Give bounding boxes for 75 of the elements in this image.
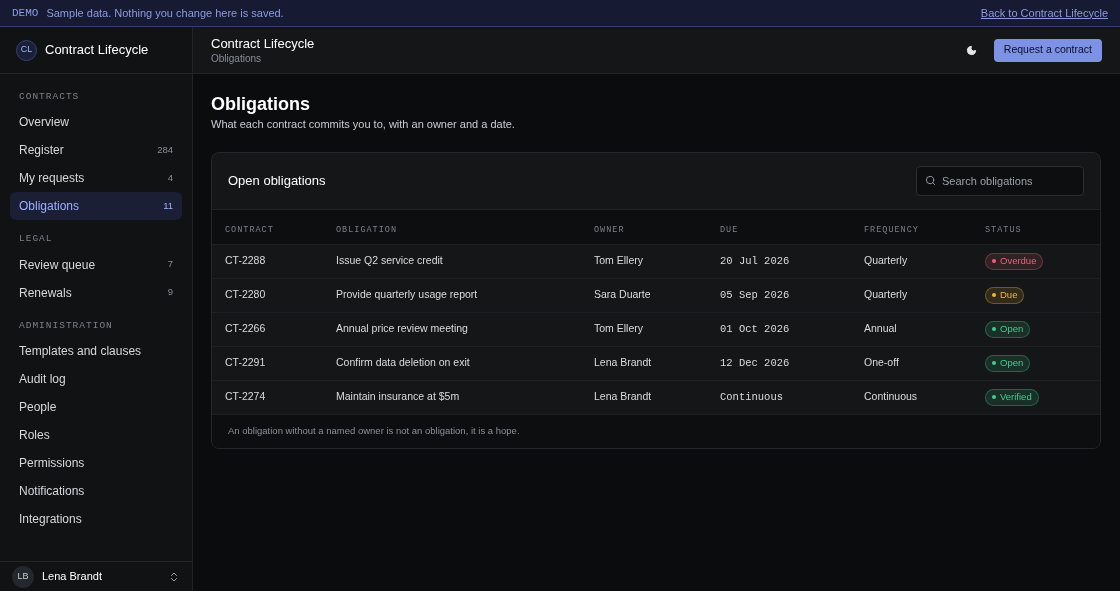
user-avatar: LB [12,565,34,588]
table-cell: Confirm data deletion on exit [336,356,470,369]
nav-count: 4 [167,171,173,186]
table-cell: Continuous [720,390,783,403]
table-cell: CT-2266 [225,322,266,335]
nav-count: 284 [157,143,173,158]
table-cell: Provide quarterly usage report [336,288,478,301]
table-cell: Continuous [864,390,918,403]
column-header: DUE [720,224,739,235]
table-cell: CT-2288 [225,254,266,267]
table-cell: Maintain insurance at $5m [336,390,460,403]
app-logo: CL [16,39,37,61]
nav-item[interactable]: Obligations 11 [10,192,182,221]
nav-count: 7 [167,257,173,272]
column-header: OBLIGATION [336,224,397,235]
table-cell: 01 Oct 2026 [720,322,790,335]
table-cell: One-off [864,356,899,369]
page-title: Obligations [211,93,311,116]
status-badge: Open [985,320,1031,338]
nav-item[interactable]: Audit log [10,364,182,393]
app-name: Contract Lifecycle [45,41,149,60]
table-cell: Quarterly [864,288,908,301]
header-title: Contract Lifecycle [211,34,315,52]
table-cell: Sara Duarte [594,288,651,301]
user-name: Lena Brandt [42,569,102,585]
nav-section-heading: LEGAL [18,232,54,247]
back-link[interactable]: Back to Contract Lifecycle [980,4,1108,22]
table-cell: Tom Ellery [594,254,643,267]
table-cell: CT-2274 [225,390,266,403]
card-title: Open obligations [228,171,326,190]
request-contract-button[interactable]: Request a contract [993,38,1102,62]
search-icon [925,175,936,186]
column-header: OWNER [594,224,625,235]
status-badge: Due [985,286,1025,304]
theme-toggle-icon[interactable] [965,44,977,56]
demo-message: Sample data. Nothing you change here is saved. [46,5,284,21]
status-badge: Overdue [985,252,1044,270]
nav-item[interactable]: Notifications [10,476,182,505]
nav-item[interactable]: Renewals 9 [10,278,182,307]
table-cell: Tom Ellery [594,322,643,335]
table-cell: CT-2280 [225,288,266,301]
table-cell: 05 Sep 2026 [720,288,790,301]
nav-item[interactable]: People [10,392,182,421]
table-cell: Annual [864,322,897,335]
nav-item[interactable]: Roles [10,420,182,449]
nav-section-heading: ADMINISTRATION [18,318,114,333]
search-field[interactable]: Search obligations [916,165,1084,196]
column-header: CONTRACT [225,224,274,235]
nav-item[interactable]: Review queue 7 [10,250,182,279]
expand-icon[interactable] [168,570,180,583]
nav-item[interactable]: Permissions [10,448,182,477]
nav-item[interactable]: Templates and clauses [10,336,182,365]
status-badge: Verified [985,388,1039,406]
table-cell: Annual price review meeting [336,322,468,335]
nav-section-heading: CONTRACTS [18,90,81,104]
nav-item[interactable]: Register 284 [10,136,182,165]
footnote: An obligation without a named owner is not an obligation, it is a hope. [228,423,520,438]
table-cell: Lena Brandt [594,356,652,369]
column-header: FREQUENCY [864,224,919,235]
column-header: STATUS [985,224,1022,235]
nav-item[interactable]: Integrations [10,504,182,533]
nav-item[interactable]: My requests 4 [10,164,182,193]
demo-tag: DEMO [12,4,39,22]
nav-count: 11 [163,199,173,214]
table-cell: Issue Q2 service credit [336,254,443,267]
table-cell: Quarterly [864,254,908,267]
nav-count: 9 [167,285,173,300]
breadcrumb: Obligations [211,51,263,66]
table-cell: CT-2291 [225,356,266,369]
status-badge: Open [985,354,1031,372]
table-cell: Lena Brandt [594,390,652,403]
page-subtitle: What each contract commits you to, with an owner and a date. [211,117,516,132]
table-cell: 20 Jul 2026 [720,254,790,267]
table-cell: 12 Dec 2026 [720,356,790,369]
nav-item[interactable]: Overview [10,108,182,137]
